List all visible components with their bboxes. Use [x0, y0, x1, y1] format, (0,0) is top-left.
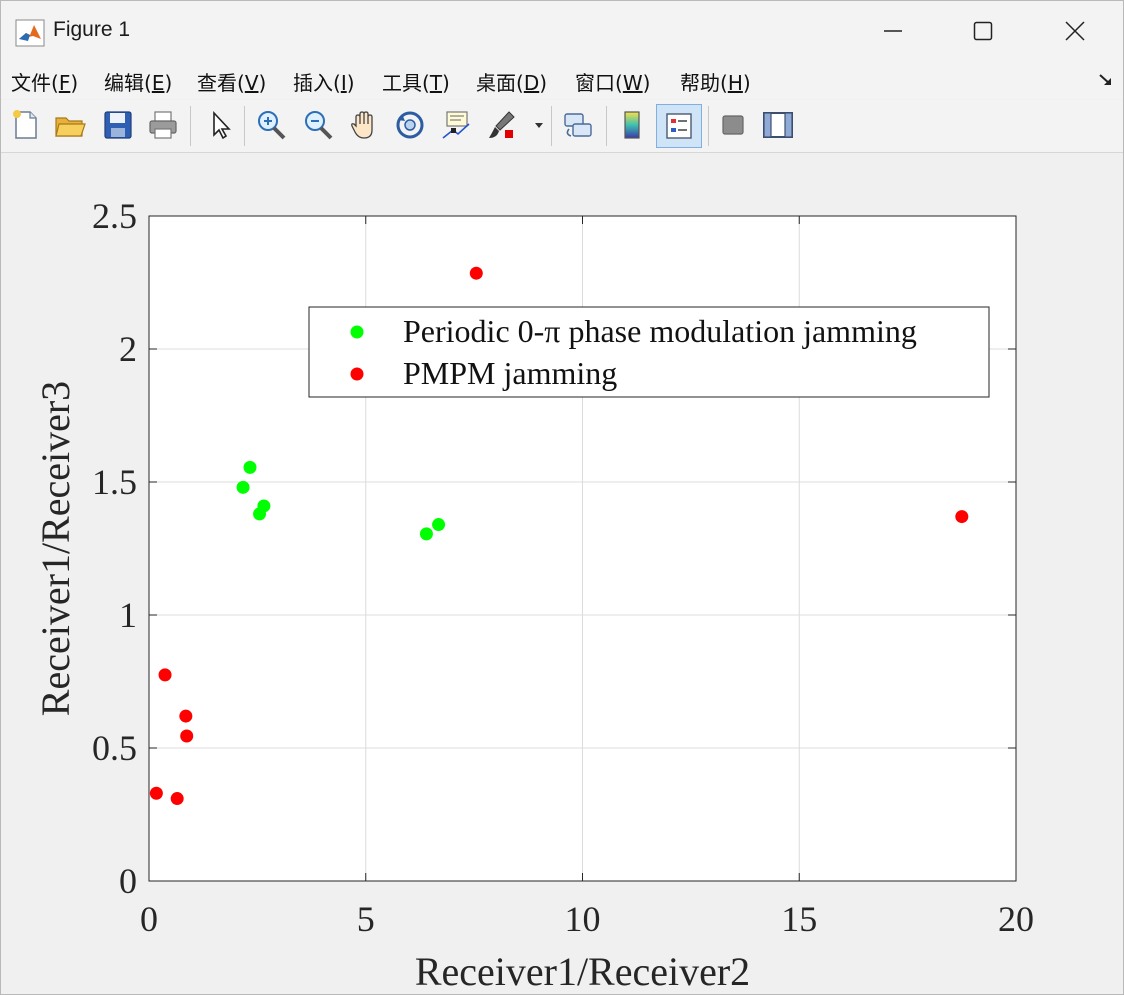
- menu-help[interactable]: 帮助(H): [680, 67, 751, 96]
- y-tick-label: 0: [119, 861, 137, 901]
- window-title: Figure 1: [53, 18, 131, 41]
- toolbar-separator: [551, 106, 552, 146]
- minimize-button[interactable]: [847, 1, 939, 61]
- red-data-point[interactable]: [158, 668, 172, 682]
- link-plot-icon[interactable]: [561, 108, 595, 142]
- matlab-logo-icon: [15, 19, 45, 47]
- green-data-point[interactable]: [432, 518, 446, 532]
- maximize-button[interactable]: [937, 1, 1029, 61]
- scatter-plot[interactable]: 0 5 10 15 20 0 0.5 1 1.5 2 2.5 Receiver1/Receiver2 R…: [1, 153, 1123, 994]
- figure-toolbar: [1, 100, 1123, 153]
- y-axis-label: Receiver1/Receiver3: [33, 381, 78, 716]
- dock-figure-icon[interactable]: [1097, 71, 1115, 89]
- title-bar[interactable]: Figure 1: [1, 1, 1123, 63]
- red-data-point[interactable]: [170, 792, 184, 806]
- toolbar-separator: [190, 106, 191, 146]
- red-data-point[interactable]: [149, 786, 163, 800]
- brush-icon[interactable]: [485, 108, 519, 142]
- x-tick-label: 10: [565, 899, 601, 939]
- green-data-point[interactable]: [243, 460, 257, 474]
- legend-label: PMPM jamming: [403, 355, 617, 391]
- save-icon[interactable]: [101, 108, 135, 142]
- legend-button[interactable]: [656, 104, 702, 148]
- y-tick-label: 1: [119, 595, 137, 635]
- menu-window[interactable]: 窗口(W): [575, 67, 650, 96]
- data-cursor-icon[interactable]: [439, 108, 473, 142]
- red-data-point[interactable]: [469, 266, 483, 280]
- menu-view[interactable]: 查看(V): [197, 67, 266, 96]
- legend-marker: [350, 367, 364, 381]
- x-tick-label: 5: [357, 899, 375, 939]
- maximize-icon: [973, 21, 993, 41]
- toolbar-separator: [708, 106, 709, 146]
- red-data-point[interactable]: [955, 510, 969, 524]
- x-axis-label: Receiver1/Receiver2: [415, 949, 750, 994]
- new-figure-icon[interactable]: [9, 108, 43, 142]
- open-file-icon[interactable]: [53, 108, 87, 142]
- green-data-point[interactable]: [419, 527, 433, 541]
- minimize-icon: [884, 30, 902, 32]
- menu-file[interactable]: 文件(F): [11, 67, 78, 96]
- menu-edit[interactable]: 编辑(E): [104, 67, 172, 96]
- x-tick-label: 15: [781, 899, 817, 939]
- pointer-icon[interactable]: [204, 108, 238, 142]
- figure-window: Figure 1 文件(F) 编辑(E) 查看(V) 插入(I) 工具(T) 桌…: [0, 0, 1124, 995]
- toolbar-separator: [244, 106, 245, 146]
- green-data-point[interactable]: [236, 480, 250, 494]
- red-data-point[interactable]: [180, 729, 194, 743]
- y-tick-label: 2: [119, 329, 137, 369]
- rotate-3d-icon[interactable]: [393, 108, 427, 142]
- colorbar-icon[interactable]: [615, 108, 649, 142]
- x-tick-label: 0: [140, 899, 158, 939]
- zoom-out-icon[interactable]: [301, 108, 335, 142]
- legend-icon: [666, 113, 692, 139]
- zoom-in-icon[interactable]: [254, 108, 288, 142]
- close-button[interactable]: [1029, 1, 1121, 61]
- legend-marker: [350, 325, 364, 339]
- menu-insert[interactable]: 插入(I): [293, 67, 355, 96]
- y-tick-label: 2.5: [92, 196, 137, 236]
- toolbar-separator: [606, 106, 607, 146]
- menu-desktop[interactable]: 桌面(D): [476, 67, 547, 96]
- brush-dropdown-icon[interactable]: [534, 122, 544, 130]
- hide-plot-tools-icon[interactable]: [716, 108, 750, 142]
- figure-canvas[interactable]: 0 5 10 15 20 0 0.5 1 1.5 2 2.5 Receiver1/Receiver2 R…: [1, 153, 1123, 994]
- close-icon: [1065, 21, 1085, 41]
- y-tick-label: 0.5: [92, 728, 137, 768]
- green-data-point[interactable]: [257, 499, 271, 513]
- show-plot-tools-icon[interactable]: [761, 108, 795, 142]
- y-tick-label: 1.5: [92, 462, 137, 502]
- pan-icon[interactable]: [347, 108, 381, 142]
- print-icon[interactable]: [146, 108, 180, 142]
- menu-bar: 文件(F) 编辑(E) 查看(V) 插入(I) 工具(T) 桌面(D) 窗口(W…: [1, 63, 1123, 99]
- red-data-point[interactable]: [179, 709, 193, 723]
- legend-label: Periodic 0-π phase modulation jamming: [403, 313, 917, 349]
- menu-tools[interactable]: 工具(T): [382, 67, 450, 96]
- x-tick-label: 20: [998, 899, 1034, 939]
